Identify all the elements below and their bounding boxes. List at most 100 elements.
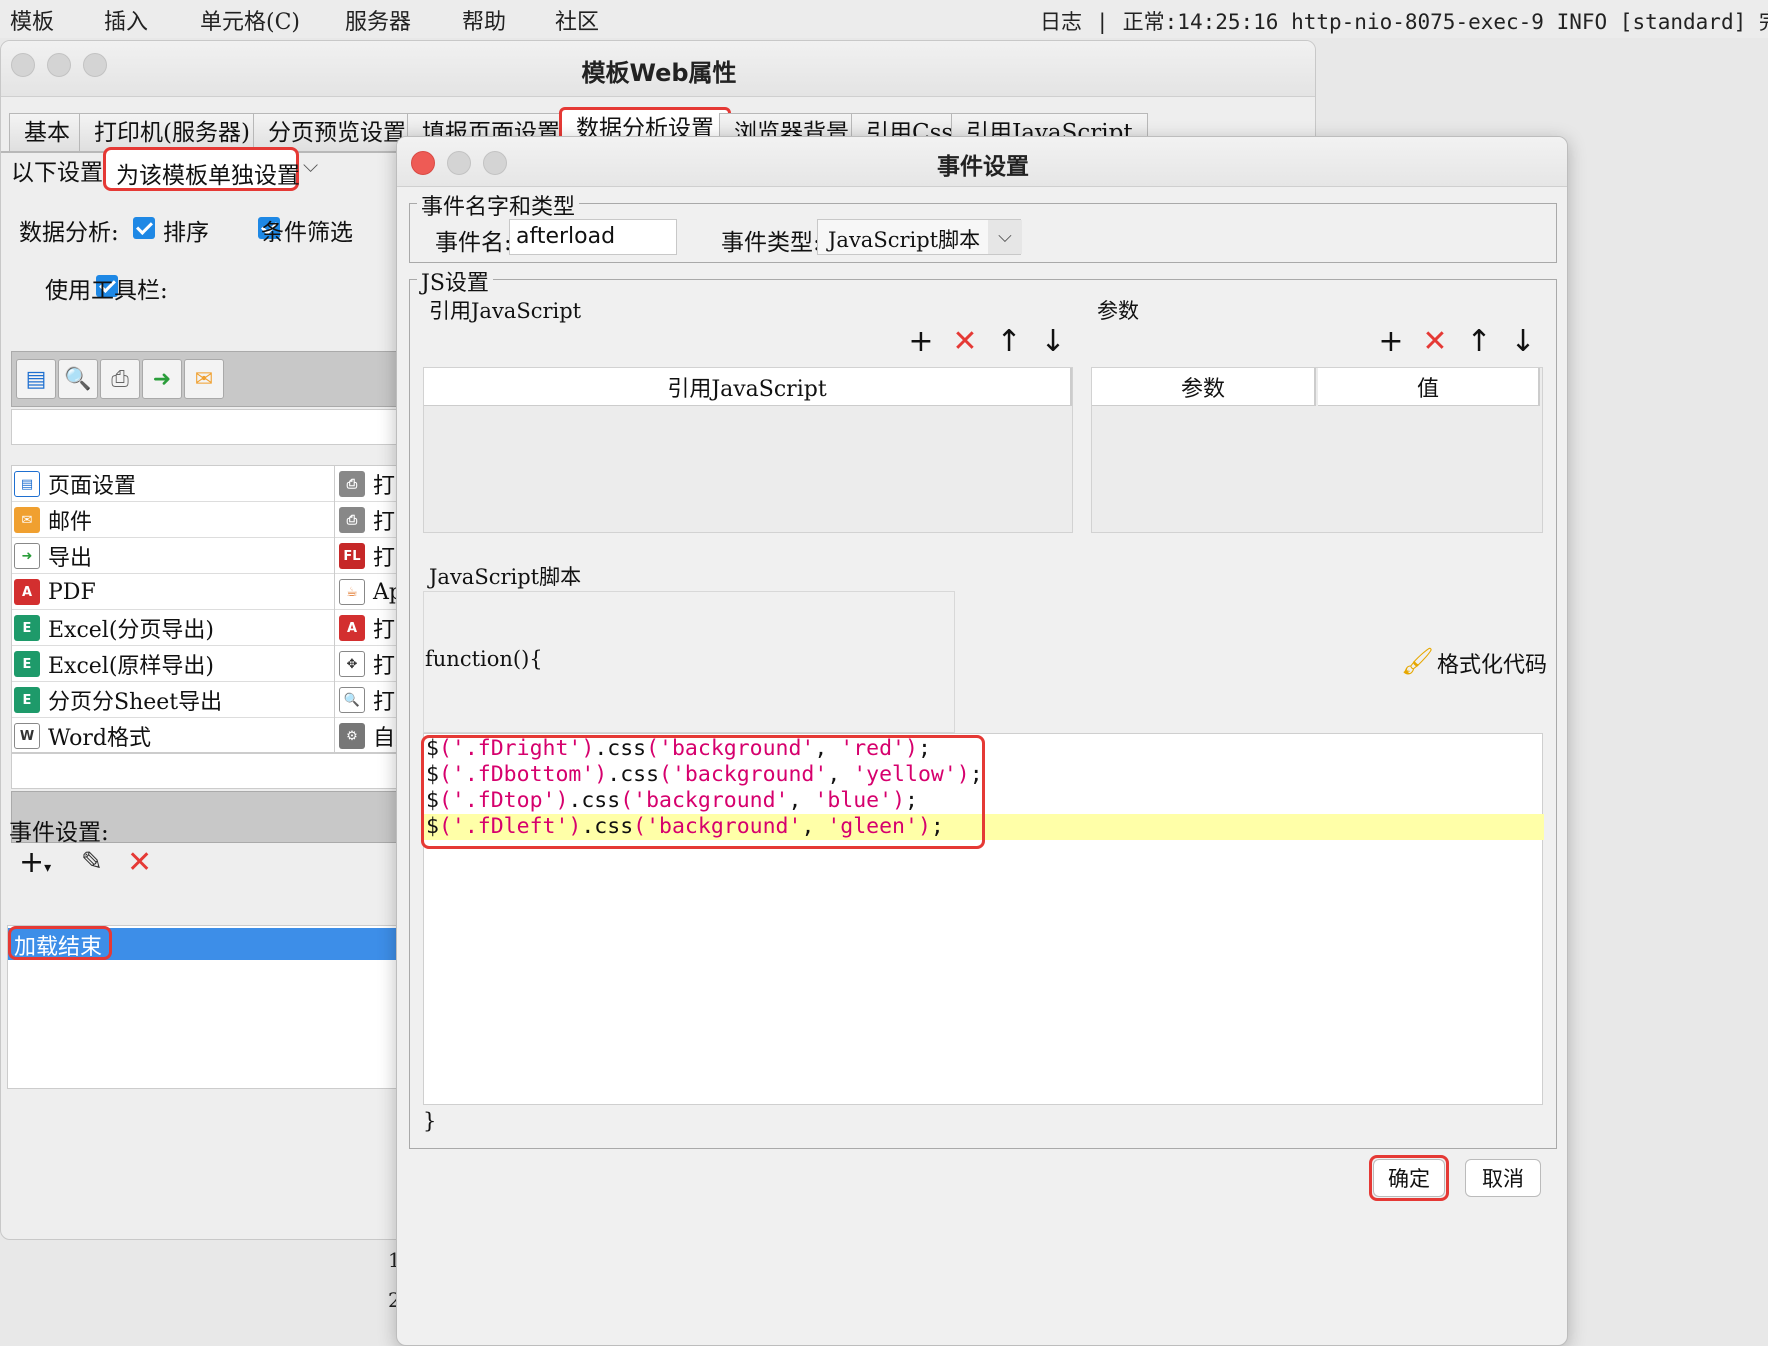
menubar: 模板 插入 单元格(C) 服务器 帮助 社区 日志 | 正常:14:25:16 ht…	[0, 0, 1768, 38]
param-column-header[interactable]: 参数	[1092, 368, 1316, 406]
edit-event-icon[interactable]: ✎	[81, 847, 103, 877]
list-item-label: Excel(原样导出)	[48, 654, 215, 679]
list-item[interactable]: ▤ 页面设置 ⎙ 打印	[12, 466, 452, 502]
event-name-value: afterload	[516, 224, 616, 249]
event-item-label: 加载结束	[14, 935, 103, 960]
tab-basic[interactable]: 基本	[9, 113, 85, 153]
ref-js-label: 引用JavaScript	[429, 299, 582, 323]
flash-print-icon: FL	[339, 543, 365, 569]
add-event-icon[interactable]: +▾	[19, 845, 51, 880]
toolbar-preview: ▤ 🔍 ⎙ ➜ ✉	[11, 351, 451, 407]
printer-icon: ⎙	[339, 471, 365, 497]
ref-js-column-header[interactable]: 引用JavaScript	[424, 368, 1072, 406]
event-settings-dialog: 事件设置 事件名字和类型 事件名: afterload 事件类型: JavaSc…	[396, 136, 1568, 1346]
name-type-group-label: 事件名字和类型	[417, 189, 580, 221]
pdf-print-icon: A	[339, 615, 365, 641]
settings-select[interactable]: 为该模板单独设置	[103, 147, 300, 191]
menu-help[interactable]: 帮助	[462, 4, 506, 36]
value-column-header[interactable]: 值	[1318, 368, 1540, 406]
list-item[interactable]: E Excel(原样导出) ✥ 打印	[12, 646, 452, 682]
filter-label: 条件筛选	[261, 220, 353, 246]
print-preview-icon: 🔍	[339, 687, 365, 713]
function-open: function(){	[425, 647, 543, 671]
list-item-label: 导出	[48, 546, 93, 571]
ref-js-table: 引用JavaScript	[423, 367, 1073, 533]
menu-community[interactable]: 社区	[555, 4, 599, 36]
print-preview-icon[interactable]: 🔍	[58, 359, 98, 399]
dialog-title: 事件设置	[937, 154, 1029, 180]
excel-icon: E	[14, 651, 40, 677]
sort-label: 排序	[163, 220, 209, 246]
menu-server[interactable]: 服务器	[345, 4, 411, 36]
move-icon: ✥	[339, 651, 365, 677]
log-line: 日志 | 正常:14:25:16 http-nio-8075-exec-9 INFO…	[1040, 6, 1768, 36]
list-item[interactable]: E 分页分Sheet导出 🔍 打印	[12, 682, 452, 718]
menu-insert[interactable]: 插入	[104, 4, 148, 36]
page-setup-icon[interactable]: ▤	[16, 359, 56, 399]
list-item-label: 页面设置	[48, 474, 137, 499]
chevron-down-icon: ⌵	[988, 220, 1022, 254]
list-item[interactable]: W Word格式 ⚙ 自定	[12, 718, 452, 754]
list-item-label: Excel(分页导出)	[48, 618, 215, 643]
list-item[interactable]: E Excel(分页导出) A 打印	[12, 610, 452, 646]
settings-select-value: 为该模板单独设置	[116, 163, 300, 189]
menu-cell[interactable]: 单元格(C)	[200, 4, 300, 36]
menu-template[interactable]: 模板	[10, 4, 54, 36]
export-icon[interactable]: ➜	[142, 359, 182, 399]
list-item-label: Word格式	[48, 726, 151, 751]
function-close: }	[423, 1109, 437, 1133]
page-setup-icon: ▤	[14, 471, 40, 497]
format-code-button[interactable]: 格式化代码	[1437, 647, 1547, 679]
add-param-icon[interactable]: +	[1373, 327, 1409, 357]
list-item[interactable]: ➜ 导出 FL 打印	[12, 538, 452, 574]
toolbar-preview-empty	[11, 409, 451, 445]
list-footer	[11, 753, 451, 789]
printer-icon: ⎙	[339, 507, 365, 533]
move-up-param-icon[interactable]: ↑	[1461, 327, 1497, 357]
applet-icon: ☕	[339, 579, 365, 605]
event-settings-label: 事件设置:	[9, 820, 109, 846]
list-item-label: 邮件	[48, 510, 93, 535]
move-up-ref-js-icon[interactable]: ↑	[991, 327, 1027, 357]
pdf-icon: A	[14, 579, 40, 605]
gear-icon: ⚙	[339, 723, 365, 749]
delete-event-icon[interactable]: ✕	[127, 845, 152, 880]
use-toolbar-label: 使用工具栏:	[45, 278, 168, 304]
params-table: 参数 值	[1091, 367, 1543, 533]
params-label: 参数	[1097, 299, 1139, 323]
list-item-label: PDF	[48, 579, 96, 605]
mail-icon: ✉	[14, 507, 40, 533]
toolbar-button-list: ▤页面设置 ⎙打印 ✉邮件 ⎙打印 ➜导出 FL打印 APDF ☕App EEx…	[11, 465, 452, 754]
title-bar: 模板Web属性	[1, 41, 1315, 97]
export-icon: ➜	[14, 543, 40, 569]
printer-icon[interactable]: ⎙	[100, 359, 140, 399]
move-down-param-icon[interactable]: ↓	[1505, 327, 1541, 357]
list-item[interactable]: APDF ☕App	[12, 574, 452, 610]
script-label: JavaScript脚本	[429, 565, 582, 589]
add-ref-js-icon[interactable]: +	[903, 327, 939, 357]
event-type-select[interactable]: JavaScript脚本 ⌵	[817, 219, 1022, 255]
delete-ref-js-icon[interactable]: ✕	[947, 327, 983, 357]
event-type-label: 事件类型:	[721, 230, 821, 256]
mail-icon[interactable]: ✉	[184, 359, 224, 399]
list-item[interactable]: ✉ 邮件 ⎙ 打印	[12, 502, 452, 538]
cancel-button[interactable]: 取消	[1465, 1159, 1541, 1197]
event-name-label: 事件名:	[435, 230, 512, 256]
excel-icon: E	[14, 687, 40, 713]
analysis-label: 数据分析:	[19, 220, 119, 246]
delete-param-icon[interactable]: ✕	[1417, 327, 1453, 357]
settings-label: 以下设置:	[11, 160, 111, 186]
move-down-ref-js-icon[interactable]: ↓	[1035, 327, 1071, 357]
list-item-label: 分页分Sheet导出	[48, 690, 223, 715]
log-label[interactable]: 日志	[1040, 10, 1082, 34]
ok-button-highlight	[1369, 1155, 1449, 1201]
sort-checkbox[interactable]	[133, 217, 155, 239]
event-type-value: JavaScript脚本	[828, 228, 981, 252]
chevron-down-icon[interactable]: ⌵	[303, 153, 318, 177]
code-highlight-box	[421, 735, 985, 849]
word-icon: W	[14, 723, 40, 749]
format-code-icon[interactable]: 🖌	[1401, 647, 1434, 677]
dialog-title-bar: 事件设置	[397, 137, 1567, 187]
event-name-input[interactable]: afterload	[509, 219, 677, 255]
js-settings-label: JS设置	[417, 265, 493, 297]
